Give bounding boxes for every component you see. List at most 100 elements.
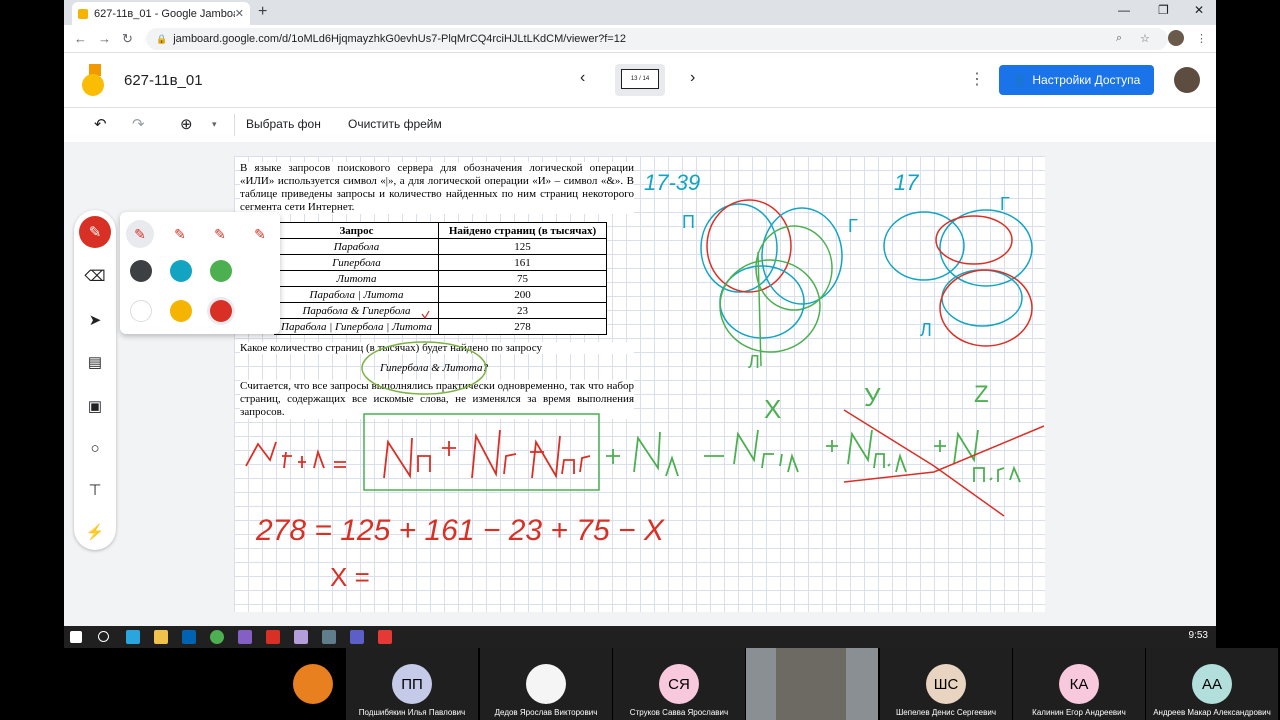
- ink-letter-l1: Л: [748, 352, 760, 372]
- pen-app-icon[interactable]: [294, 630, 308, 644]
- forward-icon[interactable]: →: [98, 31, 111, 46]
- laser-tool-icon[interactable]: ⚡: [79, 516, 111, 548]
- frame-bar-button[interactable]: 13 / 14: [615, 64, 665, 96]
- tab-jamboard[interactable]: 627-11в_01 - Google Jamboard ✕: [72, 2, 250, 25]
- eraser-tool-icon[interactable]: ⌫: [79, 260, 111, 292]
- screen: 627-11в_01 - Google Jamboard ✕ + — ❐ ✕ ←…: [0, 0, 1280, 720]
- task-app-icon[interactable]: [182, 630, 196, 644]
- ink-strike-1: [843, 409, 1005, 517]
- share-button[interactable]: 👤 Настройки Доступа: [999, 65, 1154, 95]
- maximize-icon[interactable]: ❐: [1158, 3, 1169, 17]
- document-app-icon[interactable]: [322, 630, 336, 644]
- minimize-icon[interactable]: —: [1118, 3, 1130, 17]
- participant-initials: КА: [1069, 675, 1089, 693]
- lock-icon: 🔒: [156, 33, 168, 44]
- zoom-icon[interactable]: ⌕: [1116, 32, 1122, 45]
- participant-tile[interactable]: КА Калинин Егор Андреевич: [1013, 648, 1145, 720]
- participants-strip: ПП Подшибякин Илья Павлович Дедов Ярослав …: [0, 648, 1280, 720]
- color-swatch-green[interactable]: [210, 260, 232, 282]
- ink-circle-g-green: [755, 225, 833, 311]
- clear-frame-button[interactable]: Очистить фрейм: [348, 117, 442, 131]
- close-tab-icon[interactable]: ✕: [235, 7, 244, 20]
- more-options-icon[interactable]: ⋮: [969, 69, 985, 89]
- participant-name: Дедов Ярослав Викторович: [494, 708, 598, 717]
- set-background-button[interactable]: Выбрать фон: [246, 117, 321, 131]
- redo-icon[interactable]: ↷: [132, 115, 145, 133]
- ink-circle-p-red: [706, 199, 792, 293]
- pen-type-highlighter-icon[interactable]: ✎: [206, 220, 234, 248]
- jamboard-toolbar: ↶ ↷ ⊕ ▾ Выбрать фон Очистить фрейм: [64, 108, 1216, 142]
- ink-letter-g1: Г: [848, 216, 858, 236]
- ink-var-x: X: [764, 394, 781, 424]
- pdf-reader-icon[interactable]: [378, 630, 392, 644]
- ink-circle-2b-teal: [939, 209, 1033, 287]
- color-swatch-black[interactable]: [130, 260, 152, 282]
- participant-tile[interactable]: [746, 648, 878, 720]
- account-avatar[interactable]: [1174, 67, 1200, 93]
- close-window-icon[interactable]: ✕: [1194, 3, 1204, 17]
- maps-pin-icon[interactable]: [266, 630, 280, 644]
- participant-initials: СЯ: [668, 675, 690, 693]
- ink-check: [421, 310, 430, 320]
- zoom-dropdown-icon[interactable]: ▾: [212, 119, 217, 130]
- tool-rail: ✎ ⌫ ➤ ▤ ▣ ○ ⊤ ⚡: [74, 210, 116, 550]
- search-icon[interactable]: [98, 631, 109, 642]
- participant-tile[interactable]: СЯ Струков Савва Ярославич: [613, 648, 745, 720]
- ink-letter-g2: Г: [1000, 194, 1010, 214]
- ink-line-l: [757, 251, 762, 367]
- text-box-tool-icon[interactable]: ⊤: [79, 474, 111, 506]
- zoom-in-icon[interactable]: ⊕: [180, 115, 193, 133]
- participant-tile[interactable]: ШС Шепелев Денис Сергеевич: [880, 648, 1012, 720]
- participant-tile[interactable]: ПП Подшибякин Илья Павлович: [346, 648, 478, 720]
- color-swatch-white[interactable]: [130, 300, 152, 322]
- visual-studio-icon[interactable]: [238, 630, 252, 644]
- add-image-tool-icon[interactable]: ▣: [79, 390, 111, 422]
- browser-window: 627-11в_01 - Google Jamboard ✕ + — ❐ ✕ ←…: [64, 0, 1216, 626]
- back-icon[interactable]: ←: [74, 31, 87, 46]
- shape-tool-icon[interactable]: ○: [79, 432, 111, 464]
- color-swatch-red[interactable]: [210, 300, 232, 322]
- chrome-menu-icon[interactable]: ⋮: [1196, 32, 1207, 45]
- pen-options-popup: ✎ ✎ ✎ ✎: [120, 212, 280, 334]
- chrome-icon[interactable]: [210, 630, 224, 644]
- participant-name: Струков Савва Ярославич: [629, 708, 729, 717]
- url-input[interactable]: 🔒 jamboard.google.com/d/1oMLd6HjqmayzhkG…: [146, 28, 1168, 50]
- edge-icon[interactable]: [126, 630, 140, 644]
- url-text: jamboard.google.com/d/1oMLd6HjqmayzhkG0e…: [173, 33, 626, 45]
- previous-frame-icon[interactable]: ‹: [580, 69, 585, 87]
- jamboard-logo-icon[interactable]: [82, 64, 104, 96]
- pen-type-marker-icon[interactable]: ✎: [166, 220, 194, 248]
- participant-avatar: КА: [1059, 664, 1099, 704]
- participant-tile[interactable]: [280, 648, 346, 720]
- participant-avatar: СЯ: [659, 664, 699, 704]
- participant-tile[interactable]: Дедов Ярослав Викторович: [480, 648, 612, 720]
- pen-tool-icon[interactable]: ✎: [79, 216, 111, 248]
- jamboard-favicon-icon: [78, 8, 88, 19]
- participant-avatar: [293, 664, 333, 704]
- participant-tile[interactable]: АА Андреев Макар Александрович: [1146, 648, 1278, 720]
- new-tab-icon[interactable]: +: [258, 3, 267, 21]
- jam-title[interactable]: 627-11в_01: [124, 72, 203, 89]
- profile-avatar[interactable]: [1168, 30, 1184, 46]
- ink-formula-box: [363, 413, 600, 491]
- ink-circle-2c-teal: [941, 269, 1023, 327]
- jam-frame[interactable]: В языке запросов поискового сервера для …: [234, 156, 1045, 612]
- participant-avatar: [776, 648, 846, 720]
- undo-icon[interactable]: ↶: [94, 115, 107, 133]
- ink-equation: 278 = 125 + 161 − 23 + 75 − X: [255, 514, 665, 547]
- toolbar-divider: [234, 114, 235, 136]
- file-explorer-icon[interactable]: [154, 630, 168, 644]
- sticky-note-tool-icon[interactable]: ▤: [79, 346, 111, 378]
- color-swatch-yellow[interactable]: [170, 300, 192, 322]
- pen-type-brush-icon[interactable]: ✎: [246, 220, 274, 248]
- reload-icon[interactable]: ↻: [122, 31, 133, 47]
- bookmark-star-icon[interactable]: ☆: [1140, 32, 1150, 45]
- next-frame-icon[interactable]: ›: [690, 69, 695, 87]
- participant-name: Шепелев Денис Сергеевич: [895, 708, 997, 717]
- teams-icon[interactable]: [350, 630, 364, 644]
- pen-type-pen-icon[interactable]: ✎: [126, 220, 154, 248]
- color-swatch-teal[interactable]: [170, 260, 192, 282]
- select-tool-icon[interactable]: ➤: [79, 304, 111, 336]
- windows-start-icon[interactable]: [70, 631, 82, 643]
- tab-title: 627-11в_01 - Google Jamboard: [94, 7, 235, 20]
